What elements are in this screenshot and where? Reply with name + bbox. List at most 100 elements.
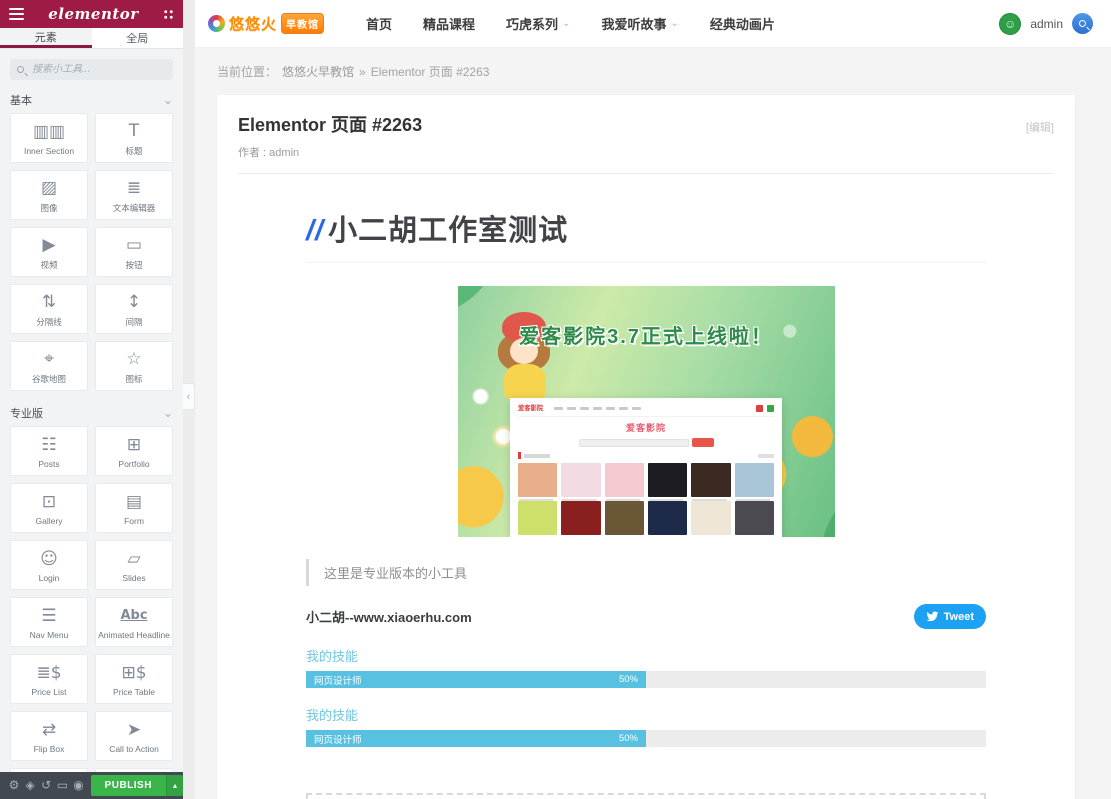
widget-label: Price List — [32, 687, 67, 697]
widget-image[interactable]: ▨ 图像 — [10, 170, 88, 220]
widget-label: Flip Box — [34, 744, 65, 754]
section-pro-header[interactable]: 专业版 ⌄ — [10, 399, 173, 426]
widget-label: Gallery — [36, 516, 63, 526]
nav-item-qiaohu[interactable]: 巧虎系列 ⌄ — [506, 14, 570, 33]
palette-logo-icon — [208, 15, 225, 32]
text-editor-icon: ≣ — [127, 178, 141, 198]
login-icon: ☺ — [40, 549, 58, 569]
widget-flip-box[interactable]: ⇄ Flip Box — [10, 711, 88, 761]
mini-site-search — [518, 438, 774, 447]
price-list-icon: ≣$ — [36, 663, 61, 683]
tab-global[interactable]: 全局 — [92, 28, 184, 48]
slides-icon: ▱ — [127, 549, 140, 569]
edit-link[interactable]: [编辑] — [1026, 119, 1054, 135]
widget-label: Login — [39, 573, 60, 583]
history-icon[interactable]: ↺ — [38, 772, 54, 799]
hero-title: 爱客影院3.7正式上线啦！ — [458, 320, 835, 349]
panel-collapse-handle[interactable]: ‹ — [183, 383, 195, 410]
settings-icon[interactable]: ⚙ — [6, 772, 22, 799]
widget-label: 图标 — [125, 373, 142, 385]
mini-site-poster-grid — [518, 463, 774, 535]
skill-bar-1: 我的技能 网页设计师 50% — [306, 646, 986, 688]
widget-text-editor[interactable]: ≣ 文本编辑器 — [95, 170, 173, 220]
widget-label: 谷歌地图 — [32, 373, 66, 385]
publish-button[interactable]: PUBLISH — [91, 775, 166, 796]
heading-slashes: // — [306, 215, 324, 247]
user-avatar[interactable]: ☺ — [999, 13, 1021, 35]
widget-search-box[interactable] — [10, 59, 173, 80]
tab-elements[interactable]: 元素 — [0, 28, 92, 48]
search-icon — [1079, 20, 1086, 27]
widget-login[interactable]: ☺ Login — [10, 540, 88, 590]
widget-button[interactable]: ▭ 按钮 — [95, 227, 173, 277]
mini-site-center-logo: 爱客影院 — [518, 421, 774, 434]
widget-label: 按钮 — [125, 259, 142, 271]
breadcrumb: 当前位置： 悠悠火早教馆 » Elementor 页面 #2263 — [195, 48, 1111, 95]
username[interactable]: admin — [1030, 17, 1063, 31]
progress-fill: 网页设计师 50% — [306, 730, 646, 747]
tweet-button[interactable]: Tweet — [914, 604, 986, 629]
widget-inner-section[interactable]: ▥▥ Inner Section — [10, 113, 88, 163]
widget-portfolio[interactable]: ⊞ Portfolio — [95, 426, 173, 476]
icon-star-icon: ☆ — [126, 349, 141, 369]
flip-box-icon: ⇄ — [42, 720, 56, 740]
widget-posts[interactable]: ☷ Posts — [10, 426, 88, 476]
site-search-button[interactable] — [1072, 13, 1093, 34]
panel-body: 基本 ⌄ ▥▥ Inner Section T 标题 ▨ 图像 ≣ 文本编辑器 … — [0, 49, 183, 772]
divider — [238, 173, 1054, 174]
widget-divider[interactable]: ⇅ 分隔线 — [10, 284, 88, 334]
nav-item-cartoons[interactable]: 经典动画片 — [710, 14, 775, 33]
widget-search-input[interactable] — [30, 63, 150, 76]
page-title: Elementor 页面 #2263 — [238, 111, 422, 137]
widget-label: Form — [124, 516, 144, 526]
google-maps-icon: ⌖ — [44, 349, 54, 369]
panel-footer: ⚙ ◈ ↺ ▭ ◉ PUBLISH ▴ — [0, 772, 183, 799]
responsive-mode-icon[interactable]: ▭ — [54, 772, 70, 799]
columns-icon: ▥▥ — [33, 122, 65, 142]
widget-icon[interactable]: ☆ 图标 — [95, 341, 173, 391]
video-icon: ▶ — [42, 235, 55, 255]
panel-header: elementor — [0, 0, 183, 28]
twitter-bird-icon — [926, 610, 939, 623]
site-logo-badge: 早教馆 — [281, 13, 324, 34]
animated-headline-icon: Abc — [120, 606, 147, 626]
widget-price-table[interactable]: ⊞$ Price Table — [95, 654, 173, 704]
widget-price-list[interactable]: ≣$ Price List — [10, 654, 88, 704]
widget-label: Call to Action — [109, 744, 159, 754]
skill-bar-2: 我的技能 网页设计师 50% — [306, 705, 986, 747]
widget-call-to-action[interactable]: ➤ Call to Action — [95, 711, 173, 761]
nav-item-stories[interactable]: 我爱听故事 ⌄ — [601, 14, 678, 33]
image-icon: ▨ — [41, 178, 57, 198]
mini-site-section-label — [518, 452, 774, 459]
widget-label: Posts — [38, 459, 59, 469]
posts-icon: ☷ — [41, 435, 56, 455]
widget-nav-menu[interactable]: ☰ Nav Menu — [10, 597, 88, 647]
widget-spacer[interactable]: ↕ 间隔 — [95, 284, 173, 334]
navigator-icon[interactable]: ◈ — [22, 772, 38, 799]
publish-options-caret[interactable]: ▴ — [166, 775, 183, 796]
breadcrumb-site-link[interactable]: 悠悠火早教馆 — [282, 63, 354, 80]
section-basic-header[interactable]: 基本 ⌄ — [10, 86, 173, 113]
gallery-icon: ⊡ — [42, 492, 56, 512]
nav-item-home[interactable]: 首页 — [366, 14, 392, 33]
widget-video[interactable]: ▶ 视频 — [10, 227, 88, 277]
widget-animated-headline[interactable]: Abc Animated Headline — [95, 597, 173, 647]
section-pro-title: 专业版 — [10, 405, 43, 421]
widget-heading[interactable]: T 标题 — [95, 113, 173, 163]
breadcrumb-separator: » — [359, 65, 366, 79]
nav-item-courses[interactable]: 精品课程 — [423, 14, 475, 33]
elementor-panel: elementor 元素 全局 基本 ⌄ ▥▥ Inner Section T … — [0, 0, 183, 799]
widget-gallery[interactable]: ⊡ Gallery — [10, 483, 88, 533]
progress-fill: 网页设计师 50% — [306, 671, 646, 688]
site-logo[interactable]: 悠悠火 早教馆 — [208, 13, 324, 34]
nav-menu-icon: ☰ — [41, 606, 56, 626]
elementor-logo: elementor — [24, 5, 163, 23]
widget-slides[interactable]: ▱ Slides — [95, 540, 173, 590]
apps-grid-icon[interactable] — [163, 9, 174, 20]
menu-icon[interactable] — [9, 8, 24, 20]
widget-label: 图像 — [40, 202, 57, 214]
preview-eye-icon[interactable]: ◉ — [70, 772, 86, 799]
widget-google-maps[interactable]: ⌖ 谷歌地图 — [10, 341, 88, 391]
widget-form[interactable]: ▤ Form — [95, 483, 173, 533]
chevron-down-icon: ⌄ — [562, 18, 570, 29]
